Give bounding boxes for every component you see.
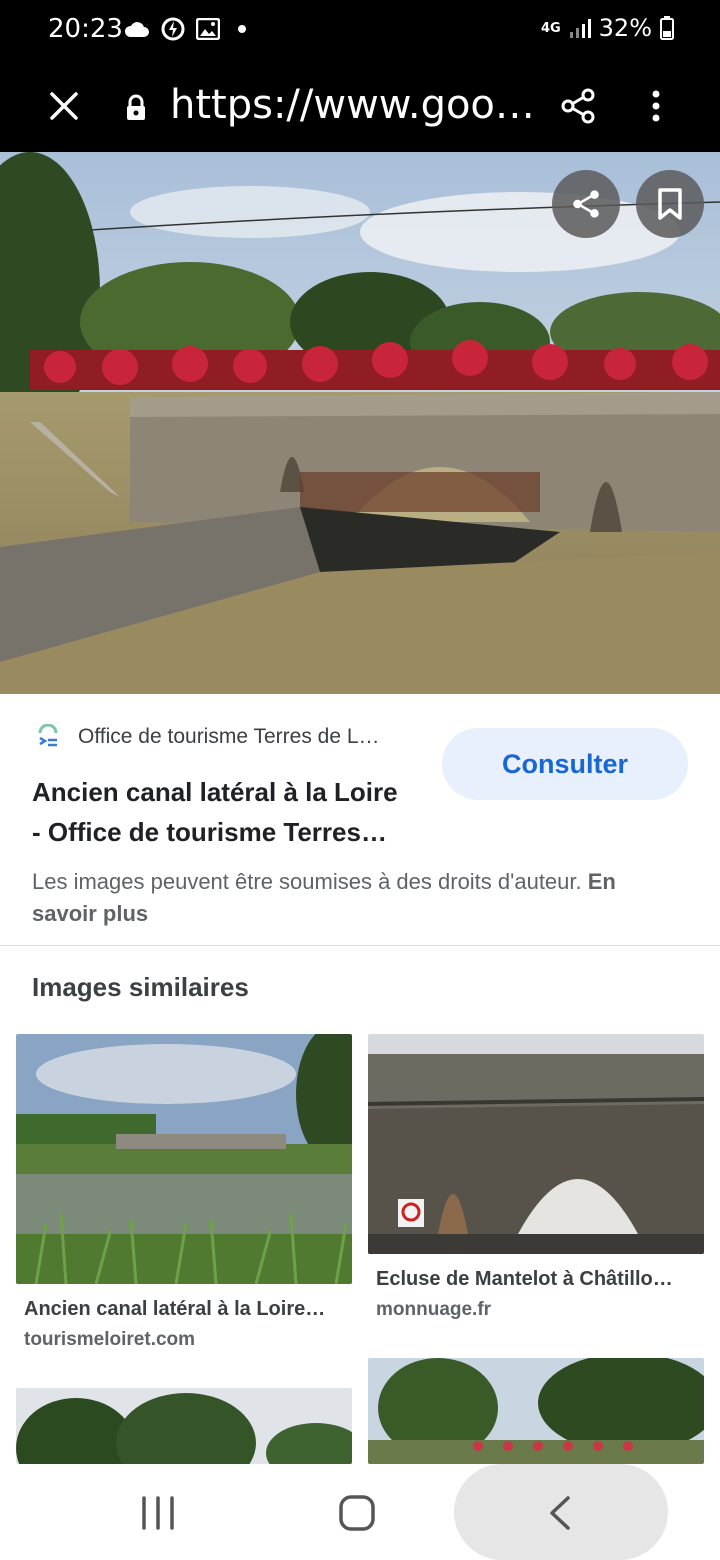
system-nav-bar bbox=[0, 1464, 720, 1560]
data-saver-icon bbox=[161, 17, 185, 41]
similar-image-card[interactable]: Ancien canal latéral à la Loire… tourism… bbox=[16, 1034, 352, 1351]
bookmark-icon bbox=[658, 188, 682, 220]
hero-bookmark-button[interactable] bbox=[636, 170, 704, 238]
battery-icon bbox=[660, 16, 674, 40]
cloud-icon bbox=[124, 22, 149, 37]
canal-photo-thumb bbox=[16, 1034, 352, 1284]
result-title[interactable]: Ancien canal latéral à la Loire - Office… bbox=[32, 772, 432, 852]
browser-toolbar: https://www.google.com bbox=[0, 62, 720, 152]
site-favicon-icon bbox=[38, 724, 58, 747]
lock-bridge-photo-thumb bbox=[368, 1034, 704, 1254]
rights-text: Les images peuvent être soumises à des d… bbox=[32, 869, 582, 894]
status-time: 20:23 bbox=[48, 14, 123, 44]
source-row[interactable]: Office de tourisme Terres de L… bbox=[36, 724, 408, 750]
notification-icons bbox=[124, 16, 250, 42]
result-info: Office de tourisme Terres de L… Ancien c… bbox=[0, 694, 720, 946]
similar-image-source: tourismeloiret.com bbox=[24, 1329, 196, 1350]
trees-photo-thumb bbox=[16, 1388, 352, 1464]
similar-image-thumb[interactable] bbox=[368, 1034, 704, 1254]
battery-percent: 32% bbox=[598, 14, 652, 42]
system-icons: 4G 32% bbox=[541, 14, 674, 42]
more-vert-icon[interactable] bbox=[640, 86, 672, 126]
status-bar: 20:23 4G 32% bbox=[0, 0, 720, 62]
source-name: Office de tourisme Terres de L… bbox=[78, 725, 380, 748]
canal-bridge-photo bbox=[0, 152, 720, 694]
close-icon[interactable] bbox=[44, 86, 84, 126]
network-type: 4G bbox=[540, 20, 561, 36]
dot-icon bbox=[238, 25, 246, 33]
share-icon[interactable] bbox=[558, 86, 598, 126]
similar-image-title: Ancien canal latéral à la Loire… bbox=[24, 1298, 326, 1320]
result-title-line1: Ancien canal latéral à la Loire bbox=[32, 777, 398, 807]
back-icon[interactable] bbox=[546, 1494, 574, 1532]
similar-image-card[interactable]: Ecluse de Mantelot à Châtillo… monnuage.… bbox=[368, 1034, 704, 1321]
flowered-canal-photo-thumb bbox=[368, 1358, 704, 1464]
result-title-line2: - Office de tourisme Terres… bbox=[32, 817, 387, 847]
similar-image-thumb[interactable] bbox=[16, 1034, 352, 1284]
share-icon bbox=[573, 190, 599, 218]
hero-share-button[interactable] bbox=[552, 170, 620, 238]
signal-icon bbox=[569, 19, 591, 38]
similar-image-title: Ecluse de Mantelot à Châtillo… bbox=[376, 1268, 673, 1290]
similar-image-source: monnuage.fr bbox=[376, 1299, 492, 1320]
home-icon[interactable] bbox=[338, 1494, 376, 1532]
hero-image[interactable] bbox=[0, 152, 720, 694]
copyright-notice: Les images peuvent être soumises à des d… bbox=[32, 866, 672, 930]
url-bar[interactable]: https://www.google.com bbox=[170, 82, 550, 128]
lock-icon bbox=[127, 94, 145, 120]
consult-button[interactable]: Consulter bbox=[442, 728, 688, 800]
similar-images-heading: Images similaires bbox=[32, 972, 249, 1002]
similar-image-thumb[interactable] bbox=[16, 1388, 352, 1464]
similar-image-card[interactable] bbox=[368, 1358, 704, 1464]
gallery-icon bbox=[196, 18, 220, 40]
similar-image-card[interactable] bbox=[16, 1388, 352, 1464]
similar-image-thumb[interactable] bbox=[368, 1358, 704, 1464]
recent-apps-icon[interactable] bbox=[140, 1496, 176, 1530]
